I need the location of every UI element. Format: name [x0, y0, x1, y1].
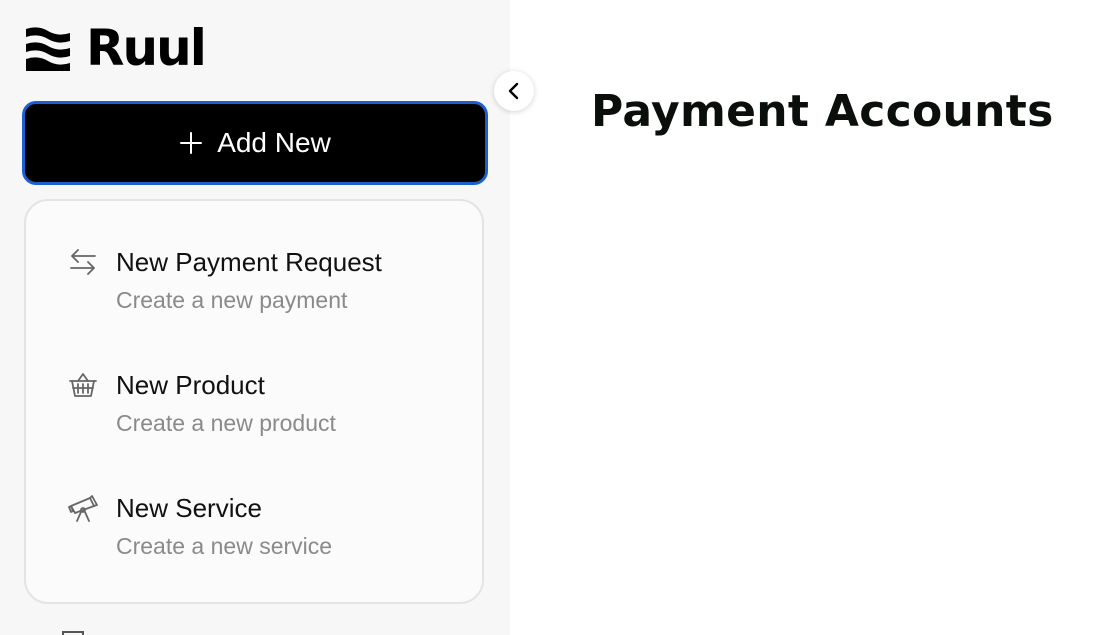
- basket-icon: [66, 368, 100, 402]
- add-new-dropdown-menu: New Payment Request Create a new payment…: [24, 199, 484, 604]
- menu-item-new-payment-request[interactable]: New Payment Request Create a new payment: [26, 245, 482, 345]
- add-new-button[interactable]: Add New: [22, 101, 488, 185]
- menu-item-subtitle: Create a new product: [116, 410, 336, 436]
- app-window: Ruul Add New New Payment Request Create: [0, 0, 1104, 635]
- add-new-label: Add New: [217, 127, 331, 158]
- telescope-icon: [66, 491, 100, 525]
- menu-item-new-service[interactable]: New Service Create a new service: [26, 491, 482, 591]
- arrows-exchange-icon: [66, 245, 100, 279]
- chevron-left-icon: [507, 82, 521, 100]
- collapse-sidebar-button[interactable]: [494, 71, 534, 111]
- menu-item-subtitle: Create a new payment: [116, 287, 348, 313]
- brand-logo[interactable]: Ruul: [24, 19, 207, 77]
- menu-item-new-product[interactable]: New Product Create a new product: [26, 368, 482, 468]
- menu-item-title: New Service: [116, 493, 262, 523]
- ruul-logo-icon: [24, 25, 72, 71]
- sidebar: Ruul Add New New Payment Request Create: [0, 0, 510, 635]
- menu-item-title: New Product: [116, 370, 265, 400]
- menu-item-subtitle: Create a new service: [116, 533, 333, 559]
- brand-name: Ruul: [86, 19, 207, 77]
- nav-item-icon-partial: [62, 631, 84, 635]
- page-title: Payment Accounts: [591, 86, 1054, 137]
- plus-icon: [179, 131, 203, 155]
- menu-item-title: New Payment Request: [116, 247, 382, 277]
